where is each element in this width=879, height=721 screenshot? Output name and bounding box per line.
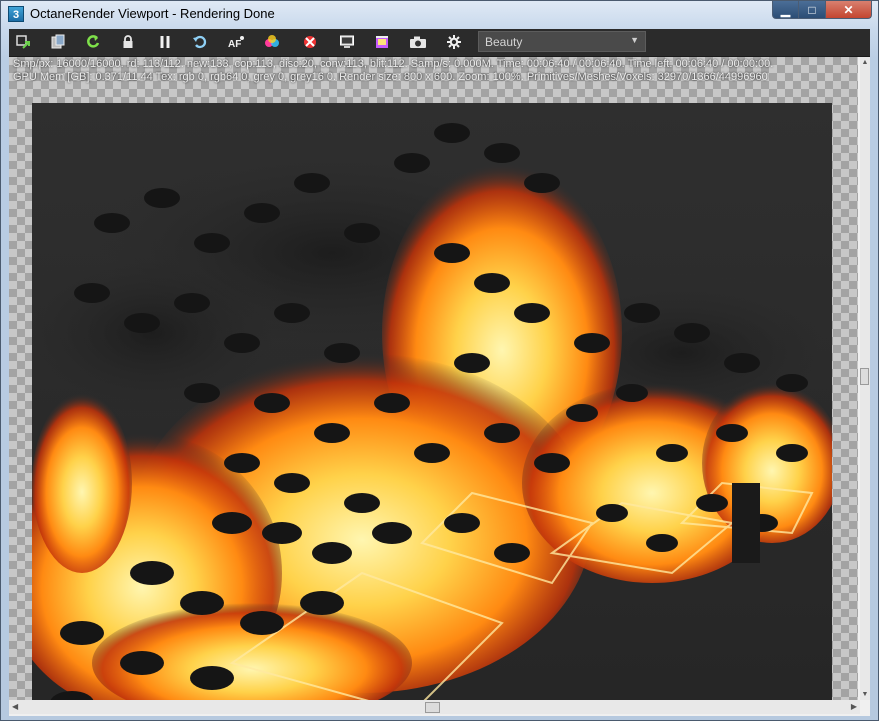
horizontal-scrollbar[interactable]: ◀ ▶ (9, 700, 860, 714)
restart-render-icon (87, 35, 100, 48)
fire-teapots-render (32, 103, 832, 700)
lock-button[interactable] (117, 32, 139, 52)
pause-icon (160, 36, 170, 48)
rendered-image (32, 103, 832, 700)
refresh-button[interactable] (189, 32, 211, 52)
copy-to-clipboard-button[interactable] (47, 32, 69, 52)
scroll-right-icon[interactable]: ▶ (851, 702, 857, 711)
3ds-max-app-icon[interactable]: 3 (8, 6, 24, 22)
display-settings-button[interactable] (336, 32, 358, 52)
stats-line-memory: GPU Mem [GB]: 0.371/11.44 Tex: rgb 0, rg… (13, 71, 768, 83)
refresh-icon (193, 35, 207, 49)
render-pass-value: Beauty (485, 35, 523, 49)
settings-gear-button[interactable] (443, 32, 465, 52)
minimize-button[interactable]: ▁ (772, 1, 799, 19)
lock-icon (123, 35, 133, 48)
send-to-viewport-button[interactable] (12, 32, 34, 52)
maximize-button[interactable]: □ (799, 1, 826, 19)
auto-focus-button[interactable]: AF (225, 32, 247, 52)
svg-text:AF: AF (228, 39, 241, 50)
color-picker-icon (265, 35, 279, 47)
region-render-icon (304, 36, 316, 48)
pause-button[interactable] (154, 32, 176, 52)
scroll-left-icon[interactable]: ◀ (12, 702, 18, 711)
send-to-viewport-icon (16, 35, 30, 49)
viewport-toolbar: AF Beauty ▼ (9, 29, 870, 57)
render-viewport[interactable]: Smp/px: 16000/16000. rd: 113/112. new:13… (9, 57, 858, 700)
chevron-down-icon: ▼ (630, 35, 639, 45)
title-bar[interactable]: 3 OctaneRender Viewport - Rendering Done… (1, 1, 878, 27)
camera-button[interactable] (407, 32, 429, 52)
display-settings-icon (340, 35, 354, 48)
region-render-button[interactable] (299, 32, 321, 52)
copy-to-clipboard-icon (51, 34, 65, 49)
close-button[interactable]: ✕ (826, 1, 872, 19)
film-settings-button[interactable] (371, 32, 393, 52)
window-title: OctaneRender Viewport - Rendering Done (30, 6, 275, 21)
stats-line-samples: Smp/px: 16000/16000. rd: 113/112. new:13… (13, 58, 774, 70)
window-controls: ▁ □ ✕ (772, 1, 872, 21)
settings-gear-icon (447, 35, 461, 49)
film-settings-icon (376, 36, 388, 48)
camera-icon (410, 36, 426, 48)
octane-viewport-window: 3 OctaneRender Viewport - Rendering Done… (0, 0, 879, 721)
restart-render-button[interactable] (82, 32, 104, 52)
render-statistics: Smp/px: 16000/16000. rd: 113/112. new:13… (13, 58, 773, 84)
auto-focus-icon: AF (228, 36, 244, 50)
render-pass-dropdown[interactable]: Beauty ▼ (478, 31, 646, 52)
vertical-scroll-thumb[interactable] (860, 368, 869, 385)
horizontal-scroll-thumb[interactable] (425, 702, 440, 713)
color-picker-button[interactable] (261, 32, 283, 52)
vertical-scrollbar[interactable]: ▲ ▼ (860, 57, 870, 700)
viewport-client-area: AF Beauty ▼ Smp/px: 16000/16000. rd: 113… (9, 29, 870, 716)
scroll-down-icon[interactable]: ▼ (861, 691, 869, 698)
scroll-up-icon[interactable]: ▲ (861, 59, 869, 66)
